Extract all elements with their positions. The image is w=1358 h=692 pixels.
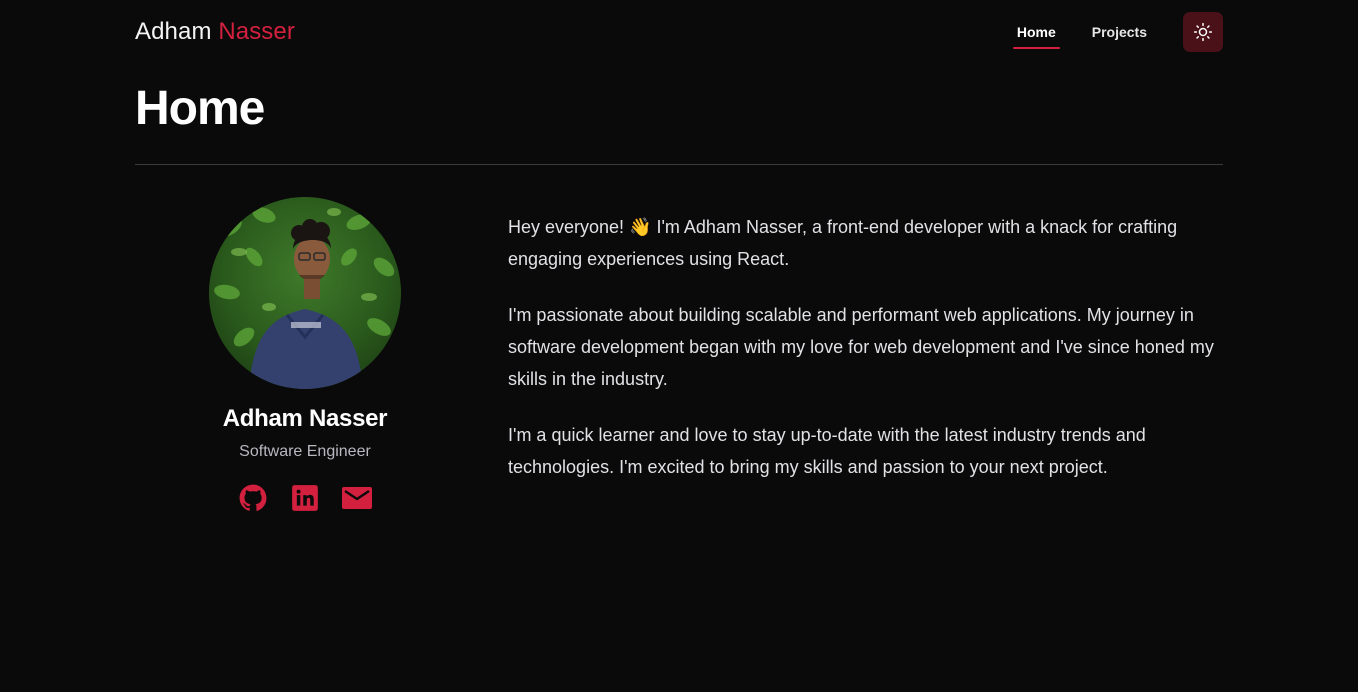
title-divider xyxy=(135,164,1223,165)
bio: Hey everyone! 👋 I'm Adham Nasser, a fron… xyxy=(508,197,1223,513)
email-link[interactable] xyxy=(342,483,372,513)
bio-paragraph: Hey everyone! 👋 I'm Adham Nasser, a fron… xyxy=(508,217,1178,269)
brand-first-name: Adham xyxy=(135,18,212,45)
nav-home-link[interactable]: Home xyxy=(1012,18,1060,49)
bio-paragraph: I'm passionate about building scalable a… xyxy=(508,305,1214,389)
brand-last-name: Nasser xyxy=(218,18,295,45)
brand-logo[interactable]: Adham Nasser xyxy=(135,18,295,46)
github-link[interactable] xyxy=(238,483,268,513)
avatar xyxy=(209,197,401,389)
github-icon xyxy=(239,484,267,511)
profile-card: Adham Nasser Software Engineer xyxy=(135,197,475,513)
linkedin-icon xyxy=(292,485,318,511)
mail-icon xyxy=(342,487,372,509)
about-section: Adham Nasser Software Engineer Hey every… xyxy=(135,197,1223,513)
profile-role: Software Engineer xyxy=(239,443,371,460)
theme-toggle-button[interactable] xyxy=(1183,12,1223,52)
linkedin-link[interactable] xyxy=(290,483,320,513)
profile-name: Adham Nasser xyxy=(222,405,388,432)
page-title: Home xyxy=(135,82,265,135)
sun-icon xyxy=(1193,22,1213,42)
profile-photo xyxy=(209,197,401,389)
page-container: Adham Nasser Home Projects Home Adham Na… xyxy=(135,0,1223,513)
main-nav: Home Projects xyxy=(985,0,1223,64)
nav-projects-link[interactable]: Projects xyxy=(1088,18,1151,46)
top-bar: Adham Nasser Home Projects xyxy=(135,0,1223,64)
bio-paragraph: I'm a quick learner and love to stay up-… xyxy=(508,425,1146,477)
social-links xyxy=(227,483,383,513)
